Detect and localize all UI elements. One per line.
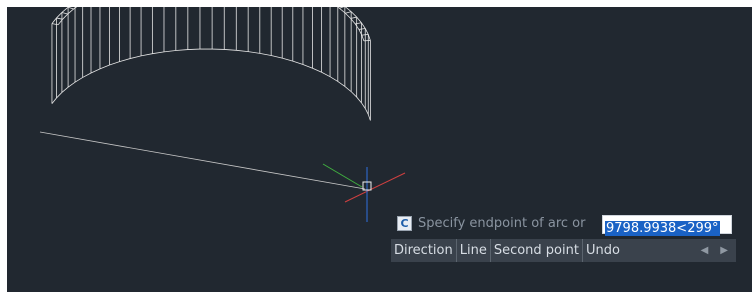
option-line[interactable]: Line: [457, 239, 491, 262]
option-undo[interactable]: Undo: [583, 239, 623, 262]
option-second-point[interactable]: Second point: [491, 239, 583, 262]
command-options-bar: Direction Line Second point Undo ◀ ▶: [391, 239, 736, 262]
scroll-left-icon[interactable]: ◀: [701, 245, 709, 256]
option-direction[interactable]: Direction: [391, 239, 457, 262]
command-prompt: C Specify endpoint of arc or: [391, 211, 585, 235]
command-prompt-text: Specify endpoint of arc or: [418, 215, 586, 231]
dynamic-input-value[interactable]: 9798.9938<299°: [605, 221, 720, 236]
arc-wall-wireframe: [51, 7, 371, 121]
rubber-band-line: [39, 131, 366, 190]
scroll-right-icon[interactable]: ▶: [720, 245, 728, 256]
options-navigation: ◀ ▶: [701, 239, 736, 262]
dynamic-input-field[interactable]: 9798.9938<299°: [602, 215, 732, 236]
command-line-icon: C: [397, 215, 412, 231]
